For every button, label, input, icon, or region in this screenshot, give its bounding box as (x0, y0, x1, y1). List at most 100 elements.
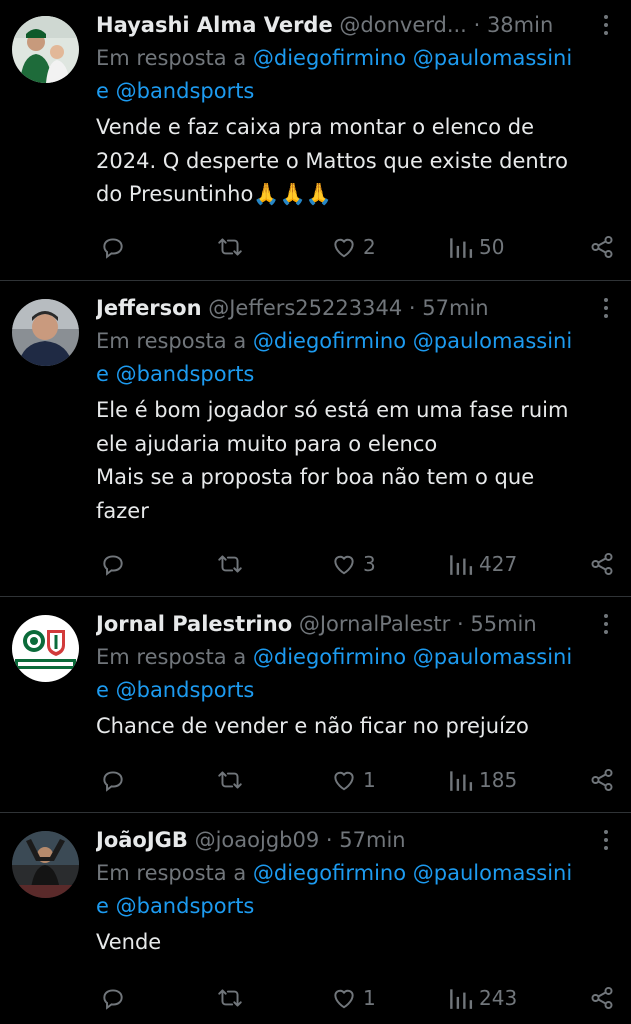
timestamp[interactable]: 38min (487, 13, 553, 37)
tweet[interactable]: Jefferson @Jeffers25223344 · 57min Em re… (0, 281, 631, 597)
retweet-icon (218, 555, 242, 573)
share-icon (591, 235, 613, 259)
like-button[interactable]: 1 (331, 763, 376, 797)
like-count: 1 (363, 768, 376, 792)
retweet-button[interactable] (216, 230, 244, 264)
retweet-button[interactable] (216, 547, 244, 581)
more-options-icon[interactable] (595, 297, 617, 319)
views-button[interactable]: 185 (449, 763, 517, 797)
reply-context: Em resposta a @diegofirmino @paulomassin… (96, 857, 617, 923)
views-count: 243 (479, 986, 518, 1010)
mention-link[interactable]: @bandsports (116, 79, 255, 103)
mention-joiner: e (96, 894, 109, 918)
reply-icon (103, 555, 123, 576)
display-name[interactable]: Hayashi Alma Verde (96, 13, 333, 37)
mention-joiner: e (96, 678, 109, 702)
views-icon (450, 771, 473, 791)
retweet-icon (218, 238, 242, 256)
mention-link[interactable]: @diegofirmino (253, 645, 406, 669)
display-name[interactable]: JoãoJGB (96, 828, 188, 852)
separator: · (473, 13, 481, 37)
share-button[interactable] (589, 547, 615, 581)
views-icon (450, 238, 473, 258)
avatar[interactable] (12, 615, 79, 682)
tweet-text: Ele é bom jogador só está em uma fase ru… (96, 398, 569, 523)
like-count: 1 (363, 986, 376, 1010)
like-count: 3 (363, 552, 376, 576)
reply-button[interactable] (100, 547, 126, 581)
more-options-icon[interactable] (595, 829, 617, 851)
mention-link[interactable]: @diegofirmino (253, 861, 406, 885)
tweet-header: JoãoJGB @joaojgb09 · 57min (96, 825, 617, 855)
user-handle[interactable]: @Jeffers25223344 (208, 296, 402, 320)
timestamp[interactable]: 57min (422, 296, 488, 320)
like-button[interactable]: 2 (331, 230, 376, 264)
timestamp[interactable]: 55min (470, 612, 536, 636)
mention-link[interactable]: @paulomassini (413, 329, 572, 353)
reply-button[interactable] (100, 230, 126, 264)
views-button[interactable]: 243 (449, 981, 517, 1015)
tweet-actions: 1 243 (96, 981, 617, 1015)
tweet-actions: 1 185 (96, 763, 617, 797)
reply-button[interactable] (100, 763, 126, 797)
reply-prefix: Em resposta a (96, 46, 247, 70)
retweet-icon (218, 771, 242, 789)
tweet-actions: 2 50 (96, 230, 617, 264)
share-button[interactable] (589, 981, 615, 1015)
share-icon (591, 552, 613, 576)
reply-prefix: Em resposta a (96, 861, 247, 885)
timestamp[interactable]: 57min (339, 828, 405, 852)
views-icon (450, 555, 473, 575)
heart-icon (334, 989, 354, 1009)
mention-link[interactable]: @diegofirmino (253, 329, 406, 353)
mention-joiner: e (96, 79, 109, 103)
tweet[interactable]: Jornal Palestrino @JornalPalestr · 55min… (0, 597, 631, 813)
mention-link[interactable]: @paulomassini (413, 861, 572, 885)
more-options-icon[interactable] (595, 613, 617, 635)
views-button[interactable]: 427 (449, 547, 517, 581)
avatar[interactable] (12, 16, 79, 83)
avatar[interactable] (12, 299, 79, 366)
reply-icon (103, 238, 123, 259)
retweet-button[interactable] (216, 763, 244, 797)
views-count: 185 (479, 768, 518, 792)
share-button[interactable] (589, 763, 615, 797)
retweet-button[interactable] (216, 981, 244, 1015)
heart-icon (334, 238, 354, 258)
separator: · (408, 296, 416, 320)
user-handle[interactable]: @joaojgb09 (195, 828, 320, 852)
heart-icon (334, 771, 354, 791)
share-button[interactable] (589, 230, 615, 264)
tweet[interactable]: Hayashi Alma Verde @donverd... · 38min E… (0, 0, 631, 281)
mention-link[interactable]: @bandsports (116, 894, 255, 918)
views-button[interactable]: 50 (449, 230, 504, 264)
mention-link[interactable]: @paulomassini (413, 46, 572, 70)
user-handle[interactable]: @donverd... (339, 13, 466, 37)
reply-icon (103, 989, 123, 1010)
avatar-image (12, 831, 79, 898)
mention-link[interactable]: @bandsports (116, 678, 255, 702)
views-count: 427 (479, 552, 518, 576)
tweet[interactable]: JoãoJGB @joaojgb09 · 57min Em resposta a… (0, 813, 631, 1024)
tweet-header: Jornal Palestrino @JornalPalestr · 55min (96, 609, 617, 639)
user-handle[interactable]: @JornalPalestr (299, 612, 450, 636)
avatar-image (12, 299, 79, 366)
tweet-header: Jefferson @Jeffers25223344 · 57min (96, 293, 617, 323)
mention-link[interactable]: @bandsports (116, 362, 255, 386)
like-button[interactable]: 3 (331, 547, 376, 581)
like-count: 2 (363, 235, 376, 259)
mention-link[interactable]: @paulomassini (413, 645, 572, 669)
tweet-actions: 3 427 (96, 547, 617, 581)
tweet-text: Chance de vender e não ficar no prejuízo (96, 714, 529, 738)
display-name[interactable]: Jefferson (96, 296, 202, 320)
mention-link[interactable]: @diegofirmino (253, 46, 406, 70)
display-name[interactable]: Jornal Palestrino (96, 612, 292, 636)
avatar[interactable] (12, 831, 79, 898)
reply-button[interactable] (100, 981, 126, 1015)
share-icon (591, 986, 613, 1010)
separator: · (457, 612, 464, 636)
more-options-icon[interactable] (595, 14, 617, 36)
views-icon (450, 989, 473, 1009)
like-button[interactable]: 1 (331, 981, 376, 1015)
reply-context: Em resposta a @diegofirmino @paulomassin… (96, 641, 617, 707)
